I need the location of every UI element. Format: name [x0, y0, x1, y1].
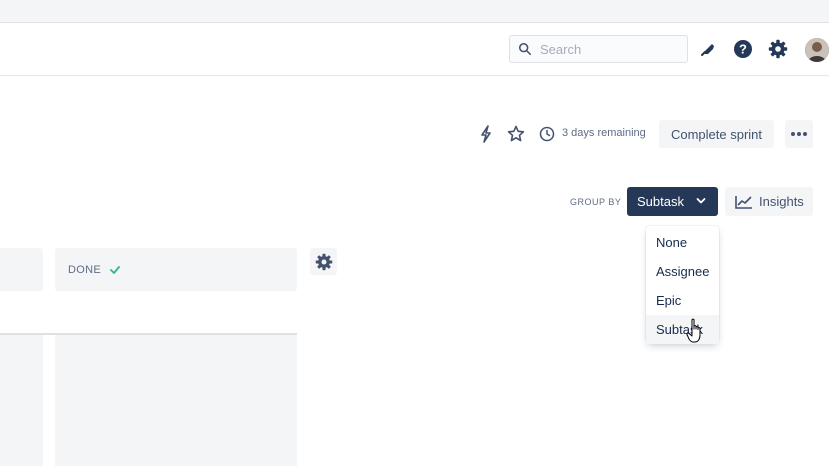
more-actions-button[interactable]: [785, 120, 813, 148]
group-by-dropdown-button[interactable]: Subtask: [627, 187, 718, 216]
column-body-previous: [0, 335, 43, 466]
star-button[interactable]: [503, 121, 529, 147]
top-navigation: ?: [0, 23, 829, 75]
column-header-previous: [0, 248, 43, 291]
checkmark-icon: [110, 265, 120, 274]
clock-icon: [539, 126, 555, 142]
group-by-selected-value: Subtask: [637, 194, 684, 209]
column-header-done: DONE: [55, 248, 297, 291]
notifications-icon: [701, 44, 714, 56]
complete-sprint-button[interactable]: Complete sprint: [659, 120, 774, 148]
search-icon: [518, 42, 532, 56]
user-avatar[interactable]: [805, 38, 829, 62]
settings-button[interactable]: [766, 37, 790, 61]
group-by-option-subtask[interactable]: Subtask: [646, 315, 719, 344]
days-remaining-text: 3 days remaining: [562, 127, 646, 139]
time-remaining-indicator: [534, 121, 560, 147]
hand-pointer-cursor-icon: [686, 318, 701, 343]
help-icon: ?: [734, 40, 752, 58]
column-title: DONE: [68, 263, 101, 276]
group-by-option-assignee[interactable]: Assignee: [646, 257, 719, 286]
group-by-option-none[interactable]: None: [646, 228, 719, 257]
line-chart-icon: [735, 195, 752, 209]
column-body-done[interactable]: [55, 335, 297, 466]
lightning-bolt-icon: [481, 125, 491, 143]
group-by-option-epic[interactable]: Epic: [646, 286, 719, 315]
search-box[interactable]: [509, 35, 688, 63]
notifications-button[interactable]: [696, 37, 720, 61]
help-button[interactable]: ?: [731, 37, 755, 61]
more-horizontal-icon: [791, 132, 807, 136]
search-input[interactable]: [540, 41, 680, 57]
chevron-down-icon: [696, 198, 706, 204]
automation-button[interactable]: [473, 121, 499, 147]
group-by-label: GROUP BY: [570, 197, 622, 207]
svg-text:?: ?: [739, 42, 747, 57]
top-strip: [0, 0, 829, 23]
avatar-photo-icon: [805, 38, 829, 62]
group-by-menu: None Assignee Epic Subtask: [646, 226, 719, 344]
star-icon: [507, 125, 525, 142]
insights-button[interactable]: Insights: [725, 187, 813, 216]
settings-icon: [768, 39, 788, 59]
insights-label: Insights: [759, 194, 804, 209]
gear-icon: [315, 253, 332, 270]
board-settings-button[interactable]: [310, 248, 337, 275]
